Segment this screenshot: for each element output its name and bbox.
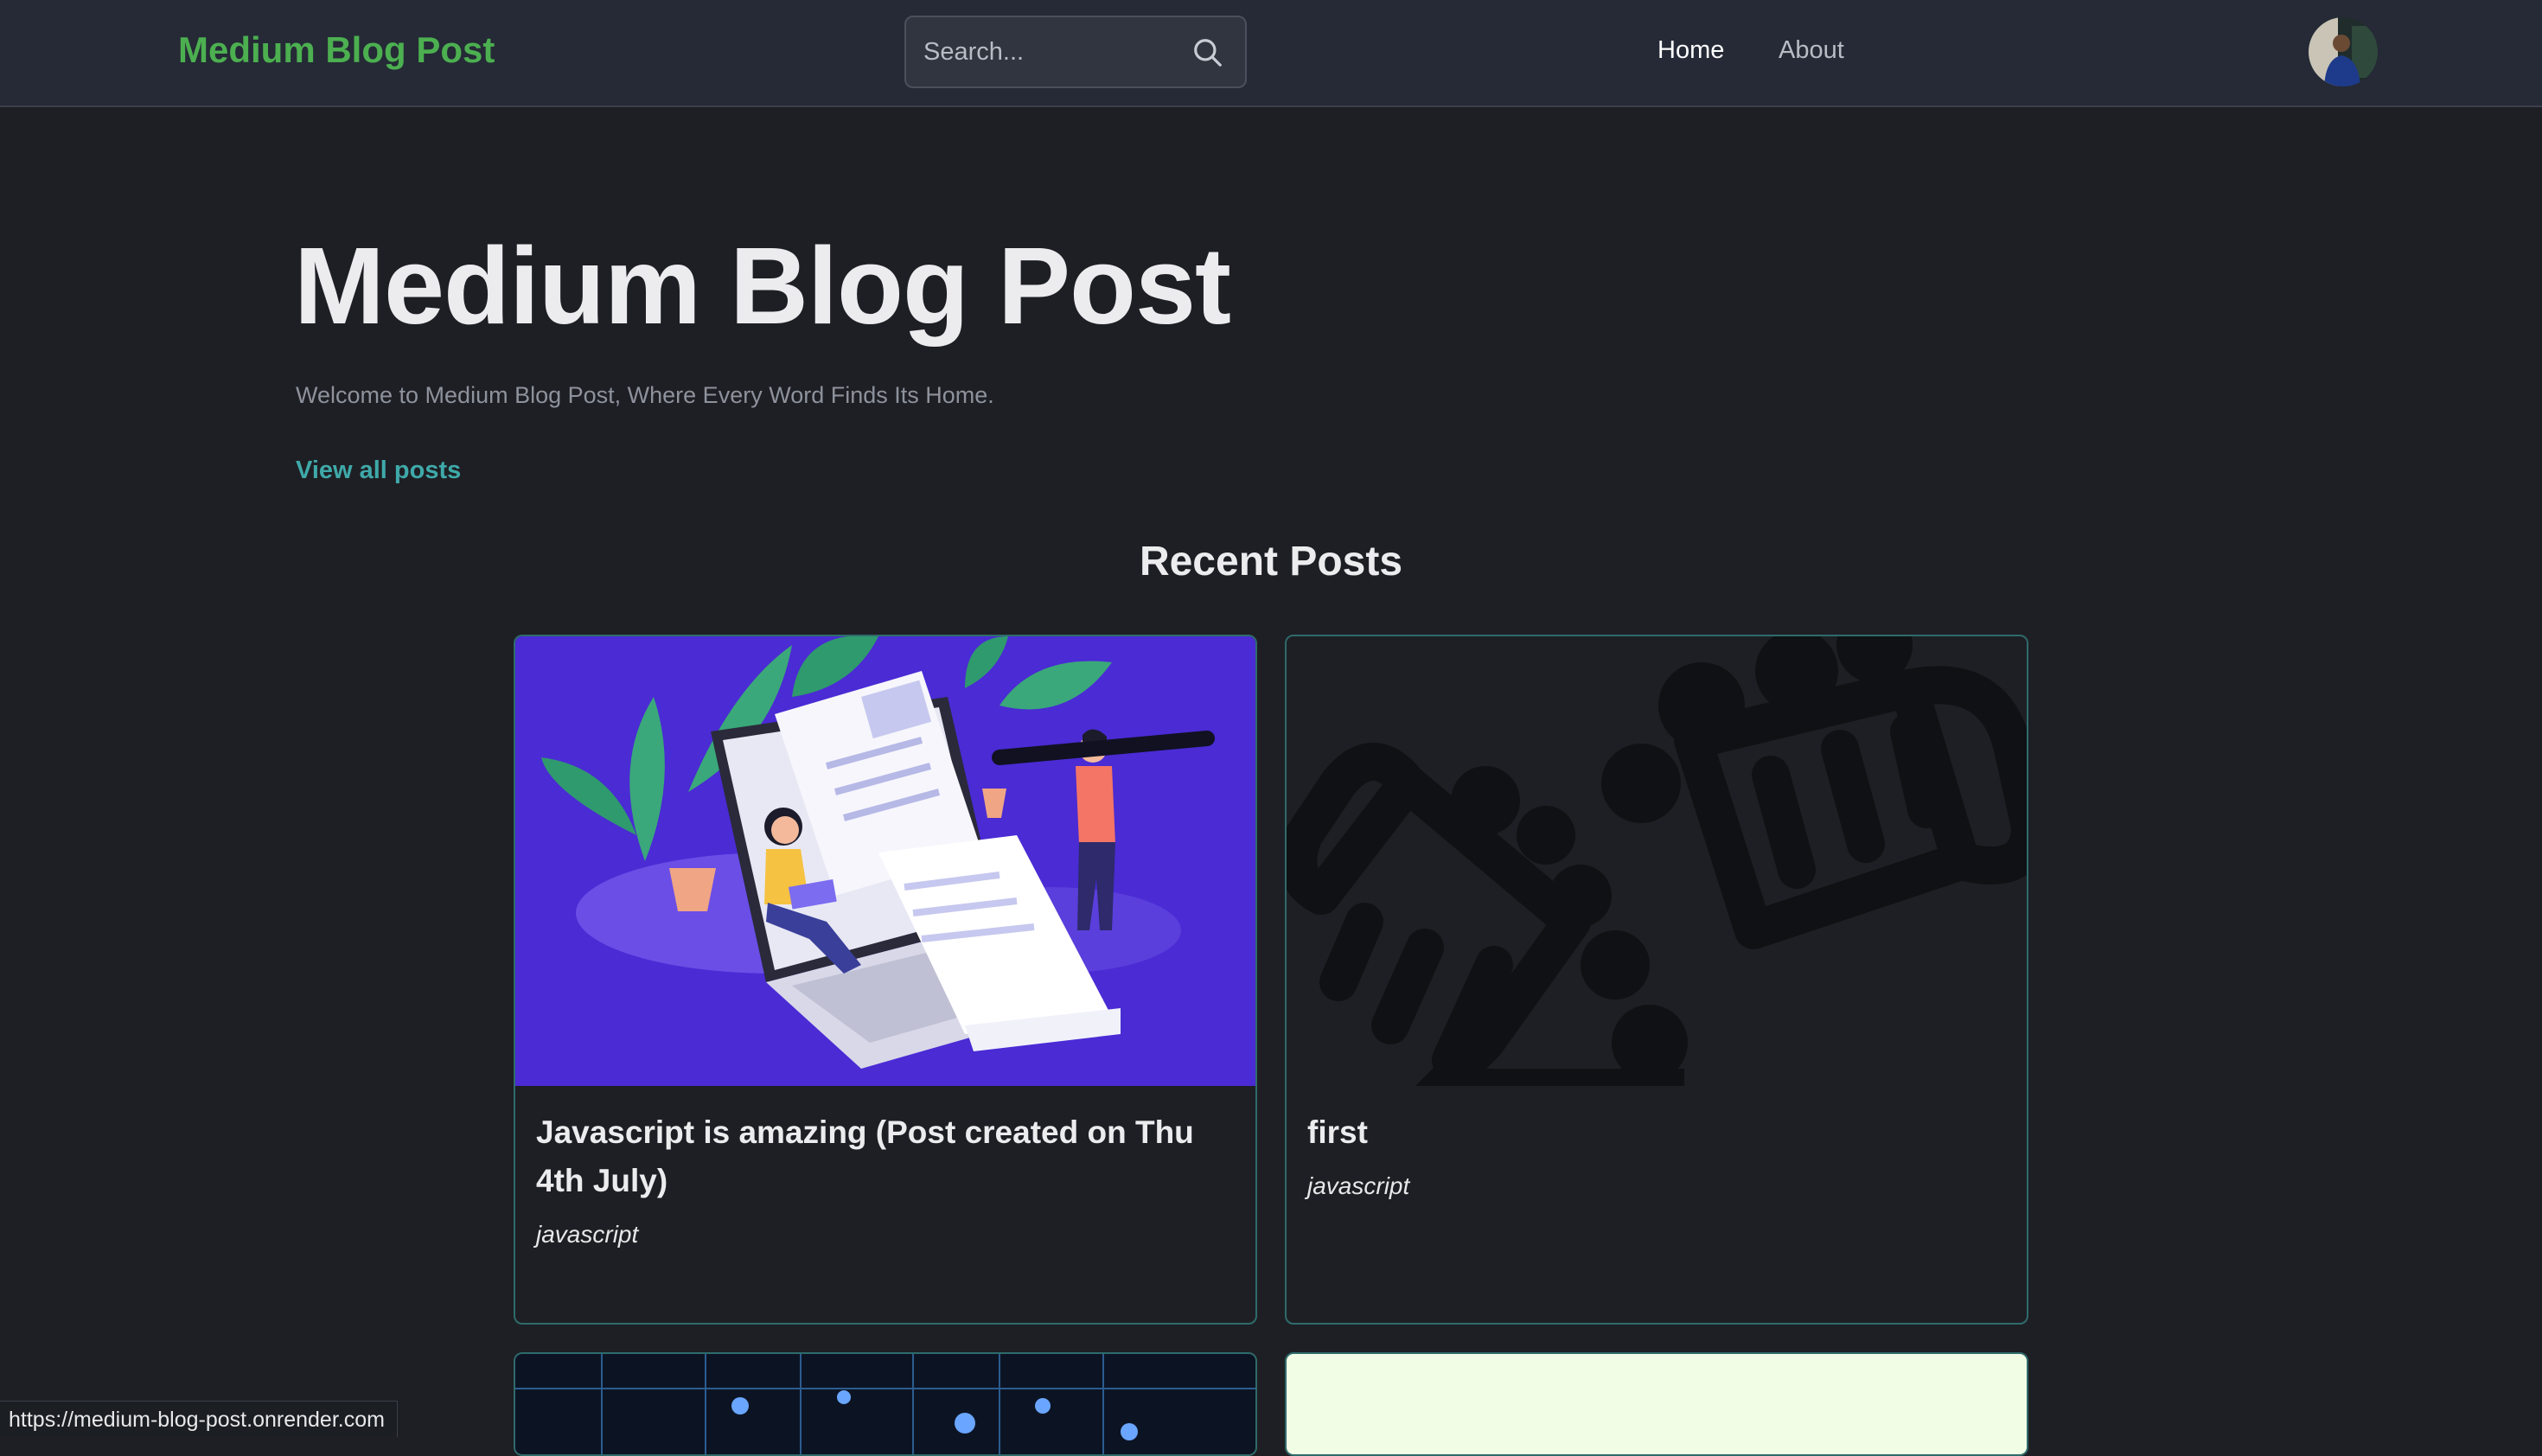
post-cover-image bbox=[1287, 1354, 2027, 1454]
search-box[interactable] bbox=[904, 16, 1247, 88]
post-cover-image bbox=[515, 1354, 1255, 1454]
post-title[interactable]: first bbox=[1307, 1108, 2008, 1157]
brand-logo-link[interactable]: Medium Blog Post bbox=[178, 29, 495, 71]
post-card[interactable]: first javascript bbox=[1285, 635, 2028, 1325]
post-tag[interactable]: javascript bbox=[1307, 1172, 1409, 1200]
beer-mugs-icon bbox=[1287, 636, 2027, 1086]
top-navbar: Medium Blog Post Home About bbox=[0, 0, 2542, 107]
hero-title: Medium Blog Post bbox=[294, 225, 1231, 347]
post-tag[interactable]: javascript bbox=[536, 1221, 638, 1248]
avatar-photo bbox=[2309, 17, 2378, 86]
status-bar-url: https://medium-blog-post.onrender.com bbox=[0, 1401, 398, 1437]
view-all-posts-link[interactable]: View all posts bbox=[296, 457, 461, 485]
recent-posts-heading: Recent Posts bbox=[1139, 539, 1403, 584]
search-input[interactable] bbox=[923, 33, 1183, 71]
nav-link-about[interactable]: About bbox=[1779, 36, 1844, 65]
post-card[interactable] bbox=[514, 1352, 1257, 1456]
post-cover-image bbox=[515, 636, 1255, 1086]
nav-link-home[interactable]: Home bbox=[1657, 36, 1724, 65]
post-card[interactable]: Javascript is amazing (Post created on T… bbox=[514, 635, 1257, 1325]
hero-subtitle: Welcome to Medium Blog Post, Where Every… bbox=[296, 382, 994, 408]
post-card[interactable] bbox=[1285, 1352, 2028, 1456]
user-avatar[interactable] bbox=[2309, 17, 2378, 86]
post-title[interactable]: Javascript is amazing (Post created on T… bbox=[536, 1108, 1236, 1205]
search-icon[interactable] bbox=[1191, 36, 1224, 69]
